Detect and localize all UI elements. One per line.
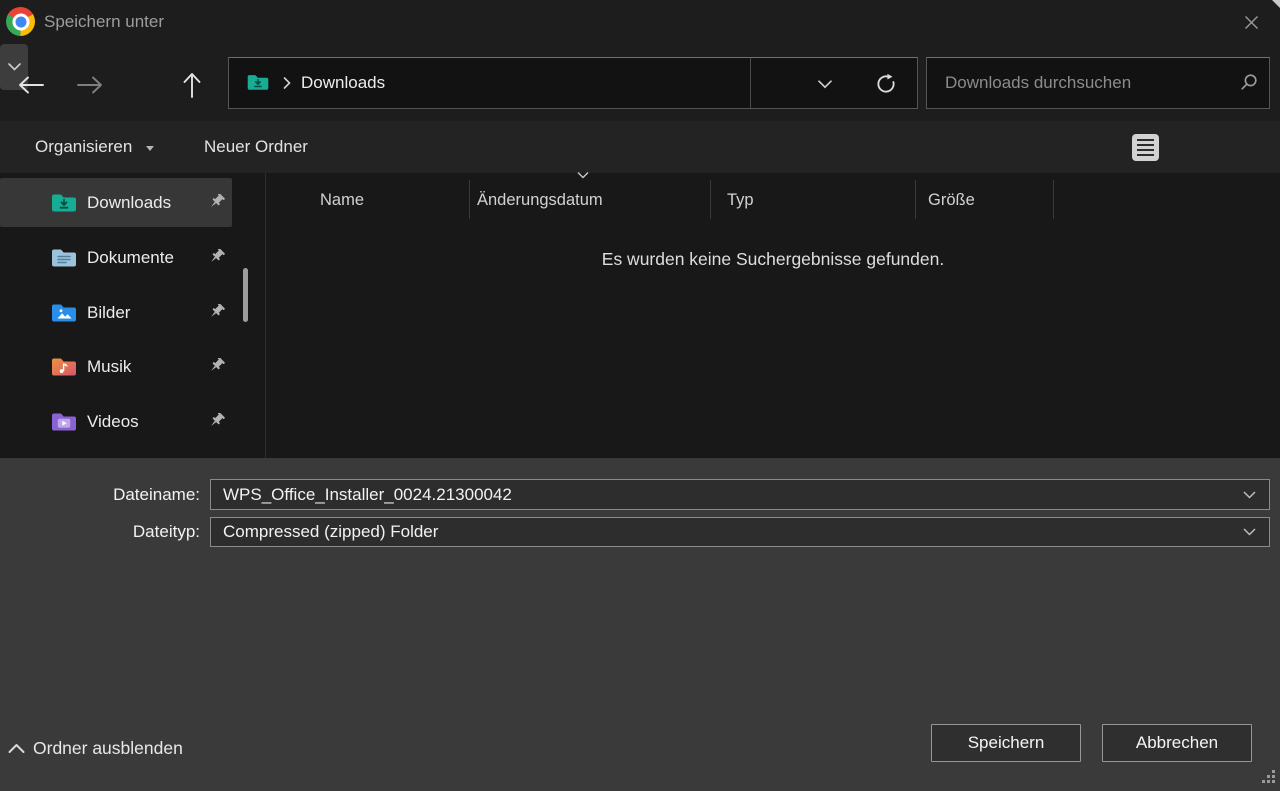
pin-icon xyxy=(208,249,225,266)
documents-folder-icon xyxy=(50,246,78,269)
titlebar: Speichern unter xyxy=(0,0,1280,44)
column-header-name[interactable]: Name xyxy=(320,173,364,225)
forward-icon[interactable] xyxy=(68,63,112,107)
pin-icon xyxy=(208,194,225,211)
sidebar-item-label: Videos xyxy=(87,412,139,432)
navigation-bar: Downloads xyxy=(0,44,1280,121)
breadcrumb-chevron-icon[interactable] xyxy=(283,77,291,89)
search-icon[interactable] xyxy=(1238,72,1259,93)
downloads-folder-icon xyxy=(246,72,270,92)
column-header-modified[interactable]: Änderungsdatum xyxy=(477,173,603,225)
up-icon[interactable] xyxy=(170,63,214,107)
save-as-dialog: Speichern unter xyxy=(0,0,1280,791)
sidebar-item-videos[interactable]: Videos xyxy=(0,397,232,446)
filetype-dropdown-chevron-icon[interactable] xyxy=(1238,521,1260,543)
organize-menu[interactable]: Organisieren xyxy=(35,121,132,173)
pin-icon xyxy=(208,304,225,321)
sidebar-item-label: Musik xyxy=(87,357,131,377)
downloads-folder-icon xyxy=(50,191,78,214)
address-bar-divider xyxy=(750,58,751,108)
column-header-size[interactable]: Größe xyxy=(928,173,975,225)
refresh-icon[interactable] xyxy=(873,71,899,97)
filename-label: Dateiname: xyxy=(0,479,200,510)
sidebar-scrollbar-thumb[interactable] xyxy=(243,268,248,322)
sidebar-item-bilder[interactable]: Bilder xyxy=(0,288,232,337)
column-separator xyxy=(710,180,711,219)
sidebar-item-dokumente[interactable]: Dokumente xyxy=(0,233,232,282)
file-list: Name Änderungsdatum Typ Größe Es wurden … xyxy=(266,173,1280,458)
sidebar-item-label: Bilder xyxy=(87,303,130,323)
new-folder-button[interactable]: Neuer Ordner xyxy=(204,121,308,173)
search-box[interactable] xyxy=(926,57,1270,109)
window-corner-artifact xyxy=(1272,0,1280,8)
sidebar-item-label: Downloads xyxy=(87,193,171,213)
column-separator xyxy=(469,180,470,219)
save-button[interactable]: Speichern xyxy=(931,724,1081,762)
bottom-panel: Dateiname: Dateityp: Ordner ausblenden S… xyxy=(0,458,1280,791)
hide-folders-label: Ordner ausblenden xyxy=(33,738,183,759)
window-title: Speichern unter xyxy=(44,0,164,44)
back-icon[interactable] xyxy=(9,63,53,107)
filename-dropdown-chevron-icon[interactable] xyxy=(1238,484,1260,506)
filetype-label: Dateityp: xyxy=(0,517,200,547)
organize-caret-icon xyxy=(146,146,154,151)
sidebar: Downloads Dokumente xyxy=(0,173,265,458)
sidebar-item-label: Dokumente xyxy=(87,248,174,268)
command-toolbar: Organisieren Neuer Ordner ? xyxy=(0,121,1280,173)
pin-icon xyxy=(208,358,225,375)
view-mode-icon[interactable] xyxy=(1132,134,1159,161)
search-input[interactable] xyxy=(927,58,1227,108)
pin-icon xyxy=(208,413,225,430)
resize-grip[interactable] xyxy=(1262,770,1265,773)
filename-input[interactable] xyxy=(210,479,1270,510)
music-folder-icon xyxy=(50,355,78,378)
column-header-type[interactable]: Typ xyxy=(727,173,754,225)
videos-folder-icon xyxy=(50,410,78,433)
breadcrumb[interactable]: Downloads xyxy=(301,58,385,108)
column-separator xyxy=(1053,180,1054,219)
address-bar[interactable]: Downloads xyxy=(228,57,918,109)
column-separator xyxy=(915,180,916,219)
pictures-folder-icon xyxy=(50,301,78,324)
sidebar-item-musik[interactable]: Musik xyxy=(0,342,232,391)
cancel-button[interactable]: Abbrechen xyxy=(1102,724,1252,762)
chevron-up-icon xyxy=(8,743,25,754)
content-area: Downloads Dokumente xyxy=(0,173,1280,458)
address-dropdown-chevron-icon[interactable] xyxy=(812,71,838,97)
hide-folders-button[interactable]: Ordner ausblenden xyxy=(8,734,183,762)
sidebar-item-downloads[interactable]: Downloads xyxy=(0,178,232,227)
close-icon[interactable] xyxy=(1236,9,1266,35)
chrome-logo-icon xyxy=(6,7,35,36)
filetype-select[interactable] xyxy=(210,517,1270,547)
empty-results-message: Es wurden keine Suchergebnisse gefunden. xyxy=(266,249,1280,270)
